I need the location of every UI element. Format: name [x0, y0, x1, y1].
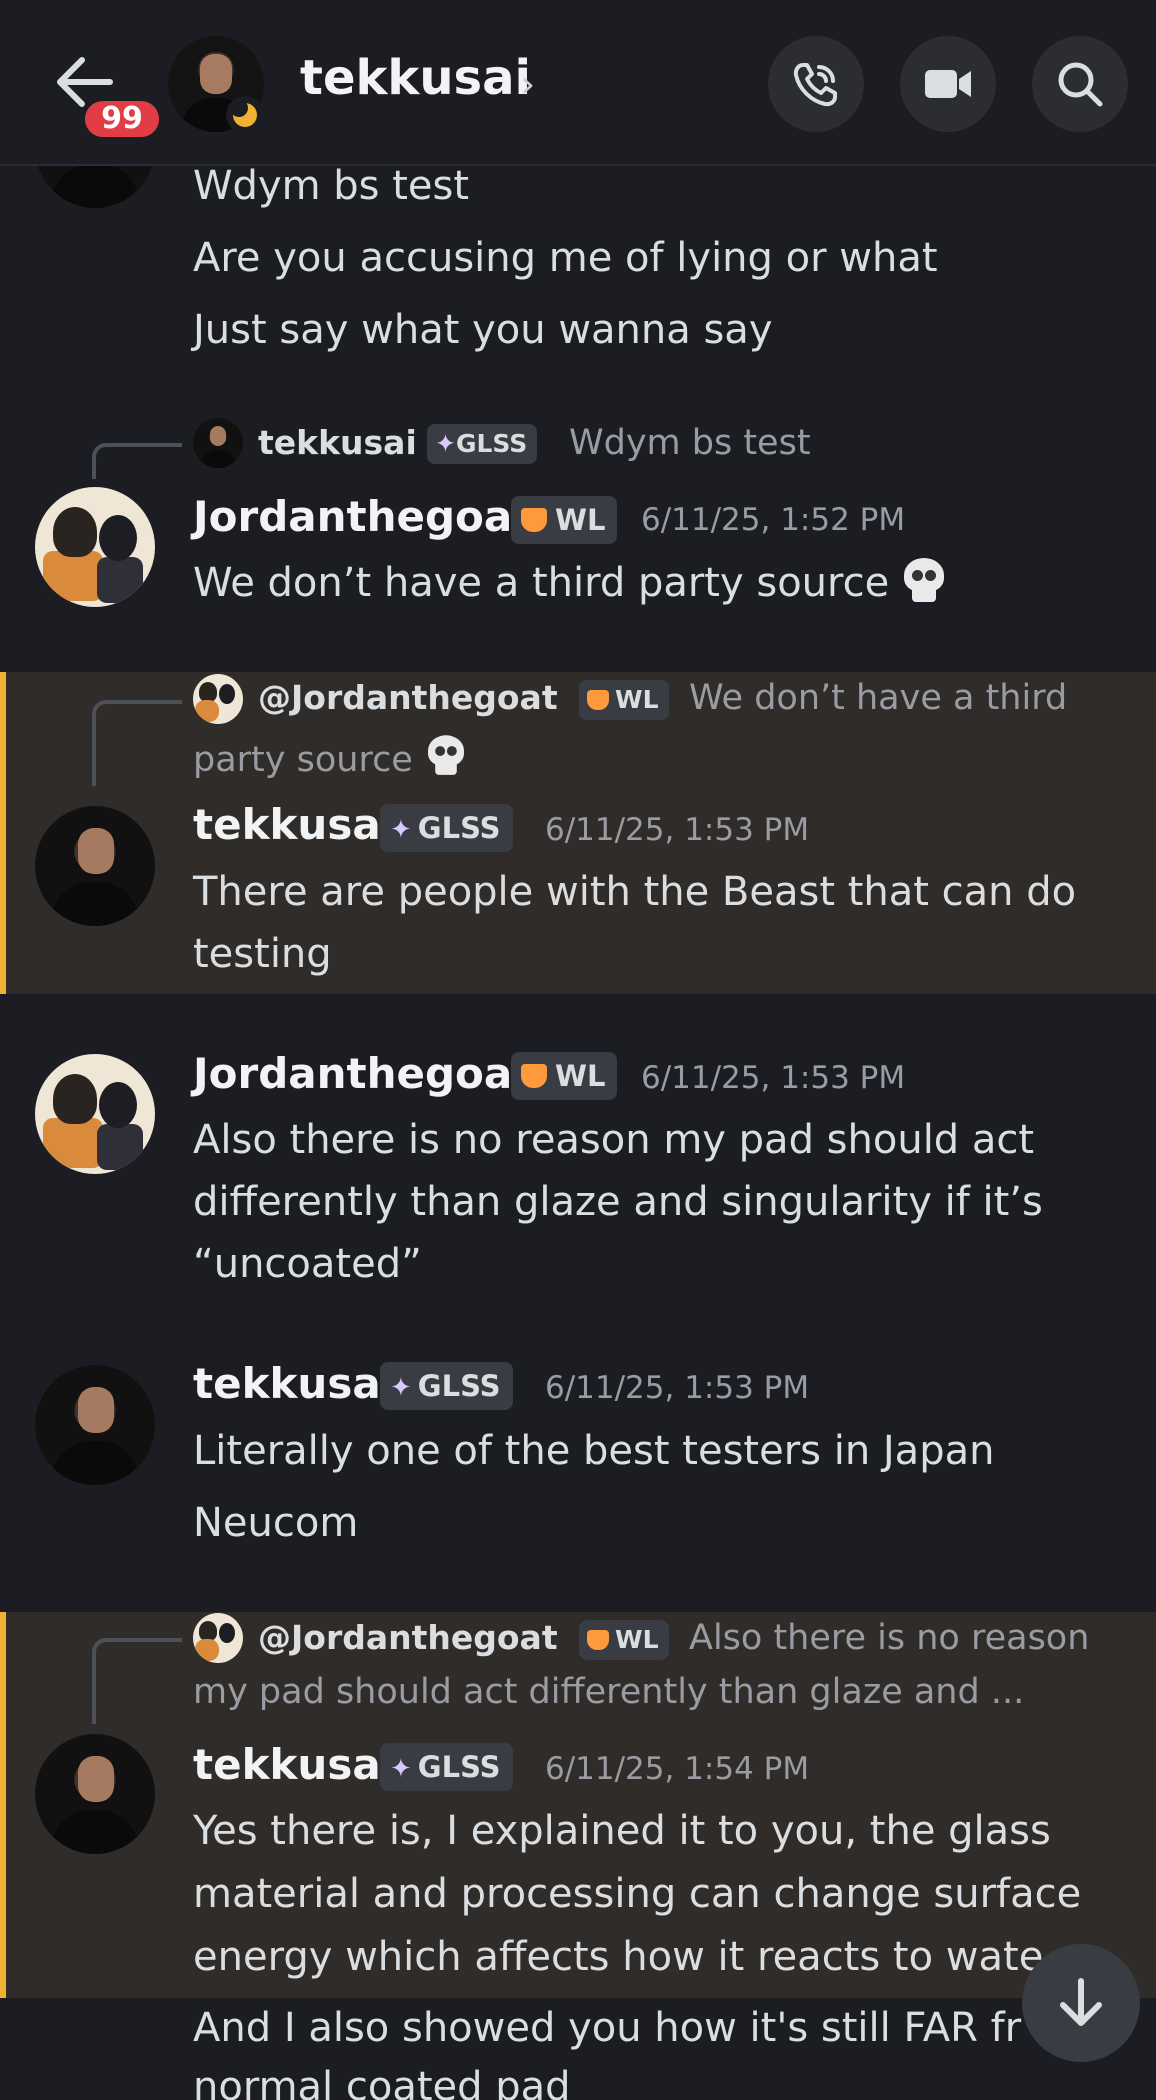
video-call-button[interactable]: [900, 36, 996, 132]
fox-icon: [521, 508, 547, 532]
role-tag: ✦ GLSS: [380, 804, 513, 852]
message-timestamp: 6/11/25, 1:54 PM: [545, 1751, 810, 1787]
message-timestamp: 6/11/25, 1:52 PM: [641, 502, 906, 538]
message-line: And I also showed you how it's still FAR…: [193, 2005, 1022, 2051]
message-timestamp: 6/11/25, 1:53 PM: [641, 1060, 906, 1096]
message-line: Are you accusing me of lying or what: [193, 235, 938, 281]
reply-avatar: [193, 674, 243, 724]
reply-preview[interactable]: We don’t have a third: [689, 678, 1067, 718]
reply-author[interactable]: tekkusai: [258, 423, 417, 462]
search-icon: [1058, 62, 1103, 107]
avatar[interactable]: [35, 1365, 155, 1485]
reply-author[interactable]: @Jordanthegoat: [258, 678, 558, 717]
chevron-right-icon[interactable]: ›: [520, 62, 535, 106]
message-list[interactable]: Wdym bs test Are you accusing me of lyin…: [0, 0, 1156, 2100]
reply-connector: [92, 700, 182, 786]
message-line: testing: [193, 931, 332, 977]
message-author[interactable]: tekkusai: [193, 1359, 395, 1408]
message-line: Literally one of the best testers in Jap…: [193, 1428, 995, 1474]
message-line: material and processing can change surfa…: [193, 1871, 1082, 1917]
search-button[interactable]: [1032, 36, 1128, 132]
reply-preview[interactable]: Also there is no reason: [689, 1618, 1089, 1658]
message-line: normal coated pad: [193, 2064, 571, 2100]
avatar[interactable]: [35, 806, 155, 926]
avatar[interactable]: [35, 1054, 155, 1174]
message-line: energy which affects how it reacts to wa…: [193, 1934, 1044, 1980]
message-author[interactable]: tekkusai: [193, 800, 395, 849]
fox-icon: [521, 1064, 547, 1088]
reply-avatar: [193, 418, 243, 468]
reply-author[interactable]: @Jordanthegoat: [258, 1618, 558, 1657]
glss-icon: ✦: [390, 1373, 412, 1403]
reply-preview[interactable]: Wdym bs test: [569, 423, 811, 463]
role-tag: WL: [511, 1052, 618, 1100]
reply-connector: [92, 1638, 182, 1724]
message-author[interactable]: Jordanthegoat: [193, 1049, 532, 1098]
fox-icon: [587, 1630, 609, 1650]
phone-icon: [793, 63, 837, 107]
message-line: Just say what you wanna say: [193, 307, 773, 353]
idle-status-icon: [226, 96, 264, 134]
reply-tag: WL: [579, 680, 669, 720]
unread-badge: 99: [80, 96, 164, 142]
avatar[interactable]: [35, 487, 155, 607]
skull-icon: [902, 558, 946, 604]
skull-icon: [426, 735, 466, 776]
message-line: Neucom: [193, 1500, 359, 1546]
reply-tag: WL: [579, 1620, 669, 1660]
page-title[interactable]: tekkusai: [300, 50, 531, 106]
scroll-to-bottom-button[interactable]: [1022, 1944, 1140, 2062]
avatar[interactable]: [35, 1734, 155, 1854]
scroll-down-icon: [1060, 1978, 1102, 2026]
role-tag: ✦ GLSS: [380, 1743, 513, 1791]
message-author[interactable]: Jordanthegoat: [193, 492, 532, 541]
role-tag: WL: [511, 496, 618, 544]
voice-call-button[interactable]: [768, 36, 864, 132]
message-line: Yes there is, I explained it to you, the…: [193, 1808, 1051, 1854]
message-line: There are people with the Beast that can…: [193, 869, 1077, 915]
role-tag: ✦ GLSS: [380, 1362, 513, 1410]
reply-preview[interactable]: party source: [193, 733, 468, 780]
fox-icon: [587, 690, 609, 710]
glss-icon: ✦: [390, 1754, 412, 1784]
reply-avatar: [193, 1613, 243, 1663]
message-line: We don’t have a third party source: [193, 552, 946, 614]
message-author[interactable]: tekkusai: [193, 1740, 395, 1789]
message-line: differently than glaze and singularity i…: [193, 1179, 1043, 1225]
message-line: Also there is no reason my pad should ac…: [193, 1117, 1035, 1163]
message-timestamp: 6/11/25, 1:53 PM: [545, 1370, 810, 1406]
glss-icon: ✦: [435, 429, 456, 458]
message-timestamp: 6/11/25, 1:53 PM: [545, 812, 810, 848]
channel-header: 99 tekkusai ›: [0, 0, 1156, 166]
reply-preview[interactable]: my pad should act differently than glaze…: [193, 1672, 1024, 1712]
video-icon: [925, 70, 971, 98]
reply-tag: ✦GLSS: [427, 424, 538, 464]
message-line: “uncoated”: [193, 1241, 422, 1287]
glss-icon: ✦: [390, 815, 412, 845]
reply-connector: [92, 443, 182, 479]
